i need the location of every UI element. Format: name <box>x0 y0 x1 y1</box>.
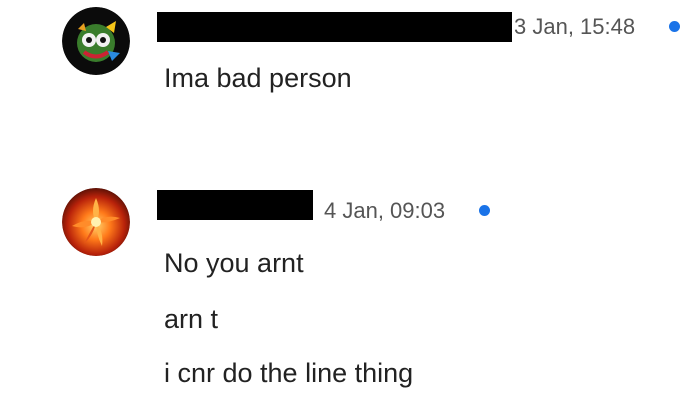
unread-indicator <box>479 205 490 216</box>
message-timestamp: 4 Jan, 09:03 <box>324 198 446 223</box>
fire-flower-avatar-icon[interactable] <box>62 188 130 256</box>
message-text: No you arnt <box>164 248 304 278</box>
message-item: 4 Jan, 09:03 No you arnt arn t i cnr do … <box>0 180 700 401</box>
game-character-avatar-icon[interactable] <box>62 7 130 75</box>
message-item: 3 Jan, 15:48 Ima bad person <box>0 0 700 120</box>
message-timestamp: 3 Jan, 15:48 <box>514 14 636 39</box>
redacted-sender-name <box>157 12 512 42</box>
message-text: arn t <box>164 304 219 334</box>
message-text: Ima bad person <box>164 63 352 93</box>
message-text: i cnr do the line thing <box>164 358 414 388</box>
redacted-sender-name <box>157 190 313 220</box>
unread-indicator <box>669 21 680 32</box>
